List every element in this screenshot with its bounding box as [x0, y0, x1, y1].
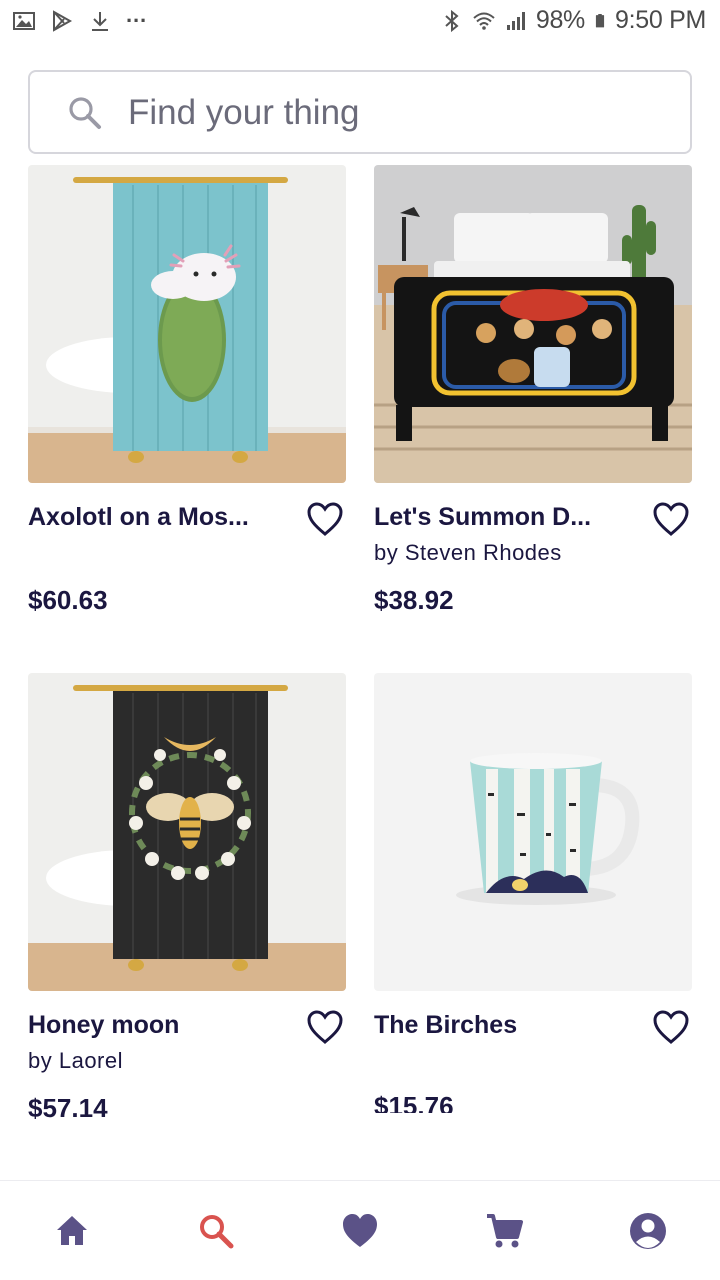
search-icon: [69, 97, 101, 129]
bottom-navigation: [0, 1180, 720, 1280]
heart-icon[interactable]: [652, 501, 690, 537]
signal-icon: [506, 11, 525, 30]
product-image[interactable]: [28, 673, 346, 991]
product-title[interactable]: Honey moon: [28, 1011, 288, 1040]
image-icon: [13, 12, 35, 30]
account-icon[interactable]: [628, 1211, 668, 1251]
product-price: $60.63: [28, 585, 108, 615]
home-icon[interactable]: [52, 1211, 92, 1251]
product-price: $57.14: [28, 1093, 108, 1123]
heart-icon[interactable]: [652, 1009, 690, 1045]
battery-icon: [595, 13, 605, 27]
product-title[interactable]: The Birches: [374, 1011, 634, 1040]
product-image[interactable]: [374, 165, 692, 483]
heart-icon[interactable]: [306, 501, 344, 537]
product-grid: Axolotl on a Mos... $60.63 Let's Summon …: [0, 165, 720, 1177]
download-icon: [92, 12, 108, 31]
heart-icon[interactable]: [306, 1009, 344, 1045]
bluetooth-icon: [445, 9, 459, 32]
cart-icon[interactable]: [484, 1211, 524, 1251]
search-icon[interactable]: [196, 1211, 236, 1251]
search-input[interactable]: [128, 86, 648, 140]
product-price: $38.92: [374, 585, 454, 615]
search-box[interactable]: [28, 70, 692, 154]
clock: 9:50 PM: [614, 6, 706, 34]
product-artist[interactable]: by Laorel: [28, 1048, 123, 1074]
product-artist[interactable]: by Steven Rhodes: [374, 540, 562, 566]
product-image[interactable]: [374, 673, 692, 991]
battery-percent: 98%: [535, 6, 585, 34]
status-bar: ··· 98% 9:50 PM: [0, 0, 720, 44]
wifi-icon: [473, 12, 495, 30]
product-title[interactable]: Let's Summon D...: [374, 503, 634, 532]
more-notifications: ···: [126, 8, 148, 33]
play-store-icon: [53, 10, 73, 32]
product-title[interactable]: Axolotl on a Mos...: [28, 503, 288, 532]
product-price: $15.76: [374, 1091, 454, 1113]
heart-icon[interactable]: [340, 1211, 380, 1251]
product-image[interactable]: [28, 165, 346, 483]
